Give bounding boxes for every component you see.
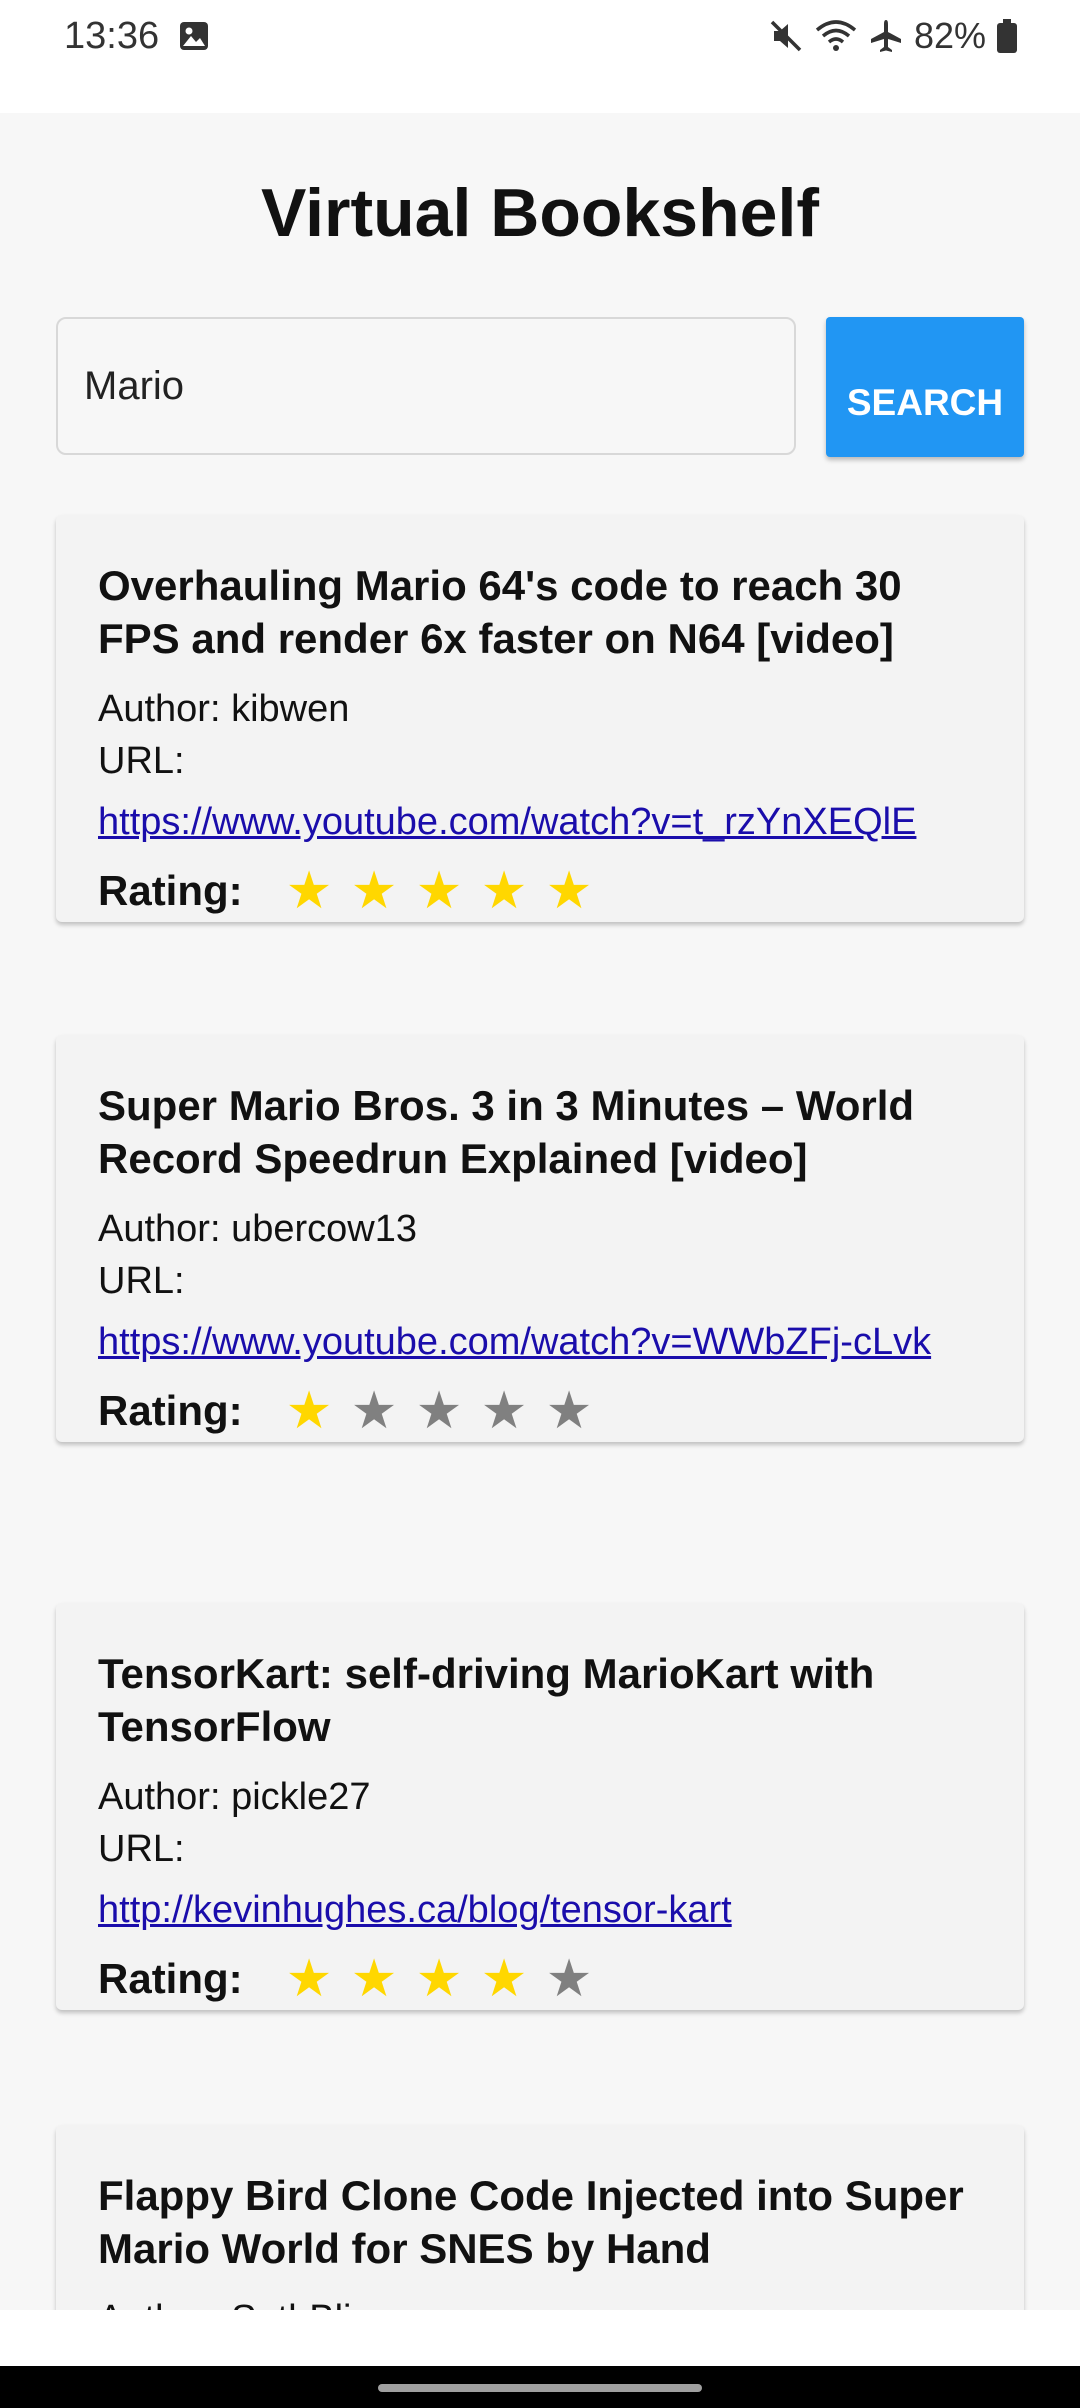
result-author: Author: pickle27 (98, 1776, 371, 1818)
result-card: TensorKart: self-driving MarioKart with … (56, 1603, 1024, 2010)
result-url-label: URL: (98, 1260, 185, 1302)
star-filled-icon: ★ (480, 1950, 528, 2008)
navigation-bar (0, 2366, 1080, 2408)
status-icons: 82% (768, 14, 1018, 58)
home-gesture-handle[interactable] (378, 2384, 702, 2392)
result-card: Flappy Bird Clone Code Injected into Sup… (56, 2125, 1024, 2310)
star-filled-icon: ★ (285, 1382, 333, 1440)
rating-row: Rating: ★ ★ ★ ★ ★ (98, 860, 982, 922)
star-filled-icon: ★ (350, 1950, 398, 2008)
star-empty-icon: ★ (480, 1382, 528, 1440)
star-filled-icon: ★ (480, 862, 528, 920)
rating-row: Rating: ★ ★ ★ ★ ★ (98, 1948, 982, 2010)
search-bar: SEARCH (56, 317, 1024, 457)
star-filled-icon: ★ (350, 862, 398, 920)
result-url-label: URL: (98, 740, 185, 782)
star-rating: ★ ★ ★ ★ ★ (284, 865, 594, 917)
rating-label: Rating: (98, 867, 243, 914)
battery-icon (997, 19, 1017, 53)
result-title: Flappy Bird Clone Code Injected into Sup… (98, 2172, 964, 2272)
wifi-icon (815, 20, 857, 51)
airplane-icon (870, 20, 901, 52)
status-time: 13:36 (64, 15, 160, 57)
battery-percent: 82% (913, 15, 986, 56)
result-card: Super Mario Bros. 3 in 3 Minutes – World… (56, 1035, 1024, 1442)
result-url-link[interactable]: https://www.youtube.com/watch?v=WWbZFj-c… (98, 1319, 982, 1366)
page-title: Virtual Bookshelf (261, 175, 819, 251)
result-title: TensorKart: self-driving MarioKart with … (98, 1650, 875, 1750)
search-button[interactable]: SEARCH (826, 317, 1024, 457)
star-rating: ★ ★ ★ ★ ★ (284, 1385, 594, 1437)
search-input[interactable] (56, 317, 796, 455)
star-empty-icon: ★ (415, 1382, 463, 1440)
result-url-label: URL: (98, 1828, 185, 1870)
star-filled-icon: ★ (545, 862, 593, 920)
result-title: Overhauling Mario 64's code to reach 30 … (98, 562, 902, 662)
star-empty-icon: ★ (545, 1950, 593, 2008)
star-filled-icon: ★ (285, 862, 333, 920)
star-empty-icon: ★ (350, 1382, 398, 1440)
result-card: Overhauling Mario 64's code to reach 30 … (56, 515, 1024, 922)
rating-label: Rating: (98, 1955, 243, 2002)
status-bar: 13:36 82% (0, 0, 1080, 113)
star-filled-icon: ★ (415, 1950, 463, 2008)
star-empty-icon: ★ (545, 1382, 593, 1440)
result-url-link[interactable]: http://kevinhughes.ca/blog/tensor-kart (98, 1887, 982, 1934)
rating-row: Rating: ★ ★ ★ ★ ★ (98, 1380, 982, 1442)
result-author: Author: kibwen (98, 688, 350, 730)
result-title: Super Mario Bros. 3 in 3 Minutes – World… (98, 1082, 915, 1182)
star-filled-icon: ★ (415, 862, 463, 920)
result-author: Author: ubercow13 (98, 1208, 417, 1250)
result-url-link[interactable]: https://www.youtube.com/watch?v=t_rzYnXE… (98, 799, 982, 846)
star-rating: ★ ★ ★ ★ ★ (284, 1953, 594, 2005)
star-filled-icon: ★ (285, 1950, 333, 2008)
mute-icon (770, 20, 802, 52)
rating-label: Rating: (98, 1387, 243, 1434)
result-author: Author: SethBling (98, 2293, 982, 2310)
app-container: Virtual Bookshelf SEARCH Overhauling Mar… (0, 113, 1080, 2310)
gallery-icon (180, 22, 208, 50)
